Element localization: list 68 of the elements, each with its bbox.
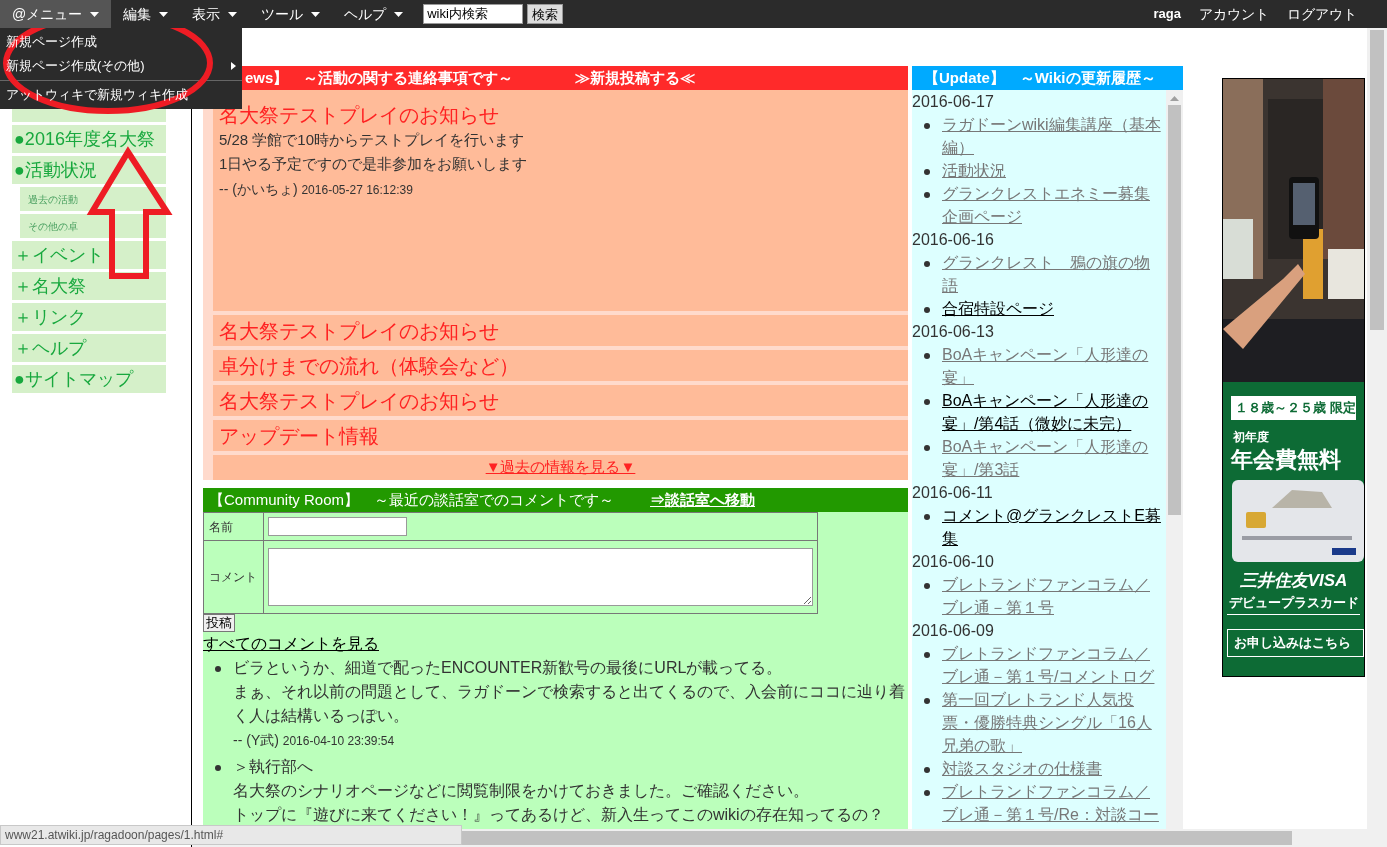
update-link[interactable]: BoAキャンペーン「人形達の宴」/第3話 (942, 435, 1164, 481)
sidebar-item[interactable]: ＋イベント (12, 241, 166, 269)
post-button[interactable]: 投稿 (203, 614, 235, 632)
apply-button[interactable]: お申し込みはこちら (1227, 628, 1364, 657)
update-link[interactable]: BoAキャンペーン「人形達の宴」 (942, 343, 1164, 389)
chatroom-link[interactable]: ⇒談話室へ移動 (650, 488, 756, 512)
sidebar-item[interactable]: ＋ヘルプ (12, 334, 166, 362)
sidebar-subitem[interactable]: その他の卓 (20, 214, 166, 238)
past-news-link[interactable]: ▼過去の情報を見る▼ (485, 456, 636, 479)
news-text: 5/28 学館で10時からテストプレイを行います (219, 130, 526, 150)
update-link[interactable]: 合宿特設ページ (942, 297, 1164, 320)
update-link[interactable]: グランクレスト 鴉の旗の物語 (942, 251, 1164, 297)
form-label: コメント (204, 541, 264, 613)
timestamp: 2016-05-27 16:12:39 (301, 183, 413, 197)
ad-headline: 年会費無料 (1231, 446, 1342, 474)
search-button[interactable]: 検索 (527, 4, 564, 24)
update-link[interactable]: グランクレストエネミー募集企画ページ (942, 182, 1164, 228)
update-link[interactable]: ブレトランドファンコラム／ブレ通－第１号/Re：対談コー (942, 780, 1164, 826)
update-link[interactable]: 第一回ブレトランド人気投票・優勝特典シングル「16人兄弟の歌」 (942, 688, 1164, 757)
sidebar-item[interactable]: ＋名大祭 (12, 272, 166, 300)
section-title: 【Update】 ～Wikiの更新履歴～ (924, 67, 1156, 88)
menu-link[interactable]: ログアウト (1287, 3, 1357, 25)
sidebar-item[interactable]: ＋リンク (12, 303, 166, 331)
sidebar-item[interactable]: ●サイトマップ (12, 365, 166, 393)
status-url: www21.atwiki.jp/ragadoon/pages/1.html# (5, 827, 224, 844)
menu-link[interactable]: アカウント (1199, 3, 1269, 25)
news-item[interactable]: 名大祭テストプレイのお知らせ (213, 385, 908, 416)
sidebar-item[interactable]: ●活動状況 (12, 156, 166, 184)
date-label: 2016-06-09 (912, 621, 995, 641)
form-label: 名前 (204, 513, 264, 541)
comment-text: ビラというか、細道で配ったENCOUNTER新歓号の最後にURLが載ってる。 (233, 658, 784, 678)
sidebar-item[interactable]: ●2016年度名大祭 (12, 125, 166, 153)
news-title[interactable]: 名大祭テストプレイのお知らせ (219, 102, 902, 128)
all-comments-link[interactable]: すべてのコメントを見る (203, 632, 379, 656)
dropdown-item[interactable]: 新規ページ作成 (0, 30, 242, 54)
news-item[interactable]: アップデート情報 (213, 420, 908, 451)
ad-product: デビュープラスカード (1227, 593, 1360, 615)
search-field[interactable]: wiki内検索 (423, 4, 524, 24)
section-title: 【Community Room】 ～最近の談話室でのコメントです～ (209, 489, 615, 510)
comment-text: ＞執行部へ (233, 757, 314, 777)
update-link[interactable]: 活動状況 (942, 159, 1164, 182)
news-item[interactable]: 卓分けまでの流れ（体験会など） (213, 350, 908, 381)
date-label: 2016-06-13 (912, 322, 995, 342)
section-title: ews】 ～活動の関する連絡事項です～ (245, 67, 514, 88)
date-label: 2016-06-10 (912, 552, 995, 572)
new-post-link[interactable]: ≫新規投稿する≪ (575, 66, 696, 90)
update-link[interactable]: ブレトランドファンコラム／ブレ通－第１号/コメントログ (942, 642, 1164, 688)
ad-badge: １８歳～２５歳 限定 (1231, 396, 1356, 420)
ad-text: 初年度 (1233, 429, 1270, 446)
update-link[interactable]: ブレトランドファンコラム／ブレ通－第１号 (942, 573, 1164, 619)
news-item[interactable]: 名大祭テストプレイのお知らせ (213, 315, 908, 346)
update-link[interactable]: ラガドーンwiki編集講座（基本編） (942, 113, 1164, 159)
update-link[interactable]: BoAキャンペーン「人形達の宴」/第4話（微妙に未完） (942, 389, 1164, 435)
timestamp: 2016-04-10 23:39:54 (282, 734, 395, 748)
date-label: 2016-06-11 (912, 483, 994, 503)
comment-text: まぁ、それ以前の問題として、ラガドーンで検索すると出てくるので、入会前にココに辿り着く人は結構いるっぽい。 (233, 682, 906, 726)
user-name[interactable]: raga (1153, 4, 1181, 24)
date-label: 2016-06-16 (912, 230, 995, 250)
author-text: -- (Y武) (233, 732, 280, 748)
news-text: 1日やる予定ですので是非参加をお願いします (219, 154, 529, 174)
comment-text: 名大祭のシナリオページなどに閲覧制限をかけておきました。ご確認ください。 (233, 781, 810, 801)
date-label: 2016-06-17 (912, 92, 995, 112)
update-link[interactable]: コメント@グランクレストE募集 (942, 504, 1164, 550)
author-text: -- (かいちょ) (219, 181, 299, 197)
comment-text: トップに『遊びに来てください！』ってあるけど、新入生ってこのwikiの存在知ってるの？ (233, 805, 885, 825)
menu-button[interactable]: @メニュー (0, 0, 112, 28)
ad-brand: 三井住友VISA (1238, 570, 1349, 592)
update-link[interactable]: 対談スタジオの仕様書 (942, 757, 1164, 780)
